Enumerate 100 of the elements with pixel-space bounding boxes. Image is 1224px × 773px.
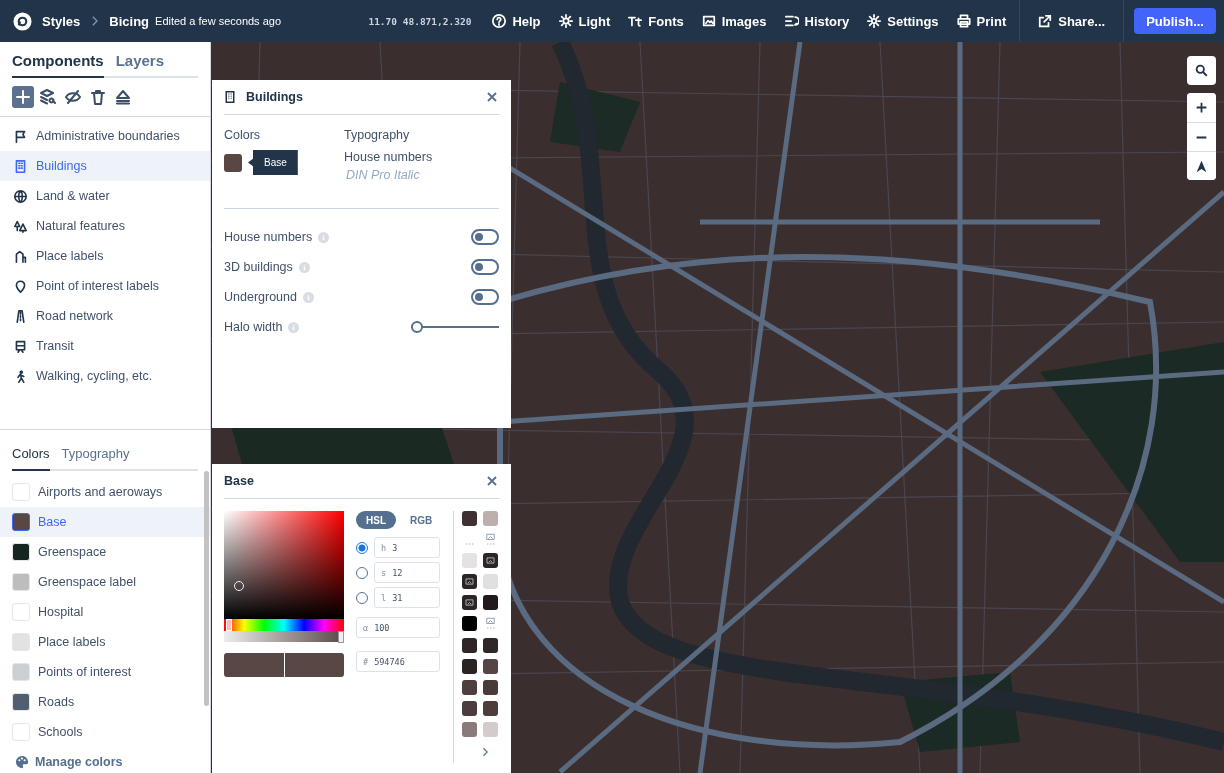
setting-label: House numbers bbox=[224, 230, 313, 244]
toolbar-button[interactable]: Fonts bbox=[619, 0, 693, 42]
tooltip: Base bbox=[248, 150, 298, 175]
color-item[interactable]: Airports and aeroways bbox=[0, 477, 210, 507]
help-icon bbox=[492, 14, 507, 28]
input-field[interactable]: l 31 bbox=[374, 587, 440, 608]
typography-item[interactable]: House numbers bbox=[344, 150, 433, 164]
logo-icon[interactable] bbox=[13, 11, 32, 31]
color-item[interactable]: Greenspace label bbox=[0, 567, 210, 597]
color-item[interactable]: Points of interest bbox=[0, 657, 210, 687]
close-button[interactable] bbox=[485, 90, 499, 104]
preset-swatch[interactable] bbox=[483, 679, 498, 695]
panel-tab[interactable]: Components bbox=[12, 50, 104, 78]
slider-thumb[interactable] bbox=[411, 321, 423, 333]
color-item[interactable]: Roads bbox=[0, 687, 210, 717]
type-icon bbox=[628, 14, 643, 28]
preset-swatch[interactable] bbox=[462, 637, 477, 653]
color-item[interactable]: Greenspace bbox=[0, 537, 210, 567]
chevron-icon[interactable] bbox=[482, 747, 488, 757]
preset-swatch[interactable] bbox=[462, 511, 477, 526]
toggle-switch[interactable] bbox=[471, 259, 499, 275]
add-button[interactable] bbox=[12, 86, 34, 108]
palette-icon bbox=[15, 755, 29, 769]
color-item[interactable]: Schools bbox=[0, 717, 210, 747]
panel-tab[interactable]: Layers bbox=[115, 50, 165, 78]
breadcrumb-link[interactable]: Styles bbox=[42, 13, 81, 29]
component-item[interactable]: Natural features bbox=[0, 211, 210, 241]
compass-icon bbox=[1195, 160, 1208, 173]
preset-swatch[interactable] bbox=[483, 721, 498, 737]
image-swatch[interactable] bbox=[462, 574, 477, 590]
toolbar-button[interactable]: History bbox=[775, 0, 859, 42]
mode-toggle[interactable]: HSL bbox=[356, 511, 396, 529]
scrollbar[interactable] bbox=[204, 471, 209, 706]
preset-swatch[interactable] bbox=[483, 637, 498, 653]
preset-swatch[interactable] bbox=[483, 595, 498, 611]
toggle-switch[interactable] bbox=[471, 289, 499, 305]
bus-icon bbox=[14, 339, 27, 353]
toolbar-button[interactable]: Images bbox=[692, 0, 776, 42]
preset-swatch[interactable] bbox=[462, 721, 477, 737]
toolbar-button[interactable]: Print bbox=[947, 0, 1016, 42]
color-swatch[interactable] bbox=[224, 153, 242, 172]
alpha-slider[interactable] bbox=[224, 631, 344, 642]
component-item[interactable]: Point of interest labels bbox=[0, 271, 210, 301]
panel-tab[interactable]: Typography bbox=[61, 444, 130, 471]
hue-slider[interactable] bbox=[224, 619, 344, 631]
preset-swatch[interactable] bbox=[483, 658, 498, 674]
component-item[interactable]: Transit bbox=[0, 331, 210, 361]
preset-swatch[interactable] bbox=[483, 511, 498, 526]
input-field[interactable]: # 594746 bbox=[356, 651, 440, 672]
toolbar-button[interactable]: Help bbox=[483, 0, 550, 42]
component-item[interactable]: Buildings bbox=[0, 151, 210, 181]
toggle-switch[interactable] bbox=[471, 229, 499, 245]
image-swatch[interactable] bbox=[462, 595, 477, 611]
color-item[interactable]: Hospital bbox=[0, 597, 210, 627]
preset-swatch[interactable] bbox=[483, 700, 498, 716]
building-icon bbox=[14, 159, 27, 173]
component-item[interactable]: Administrative boundaries bbox=[0, 121, 210, 151]
preset-swatch[interactable] bbox=[462, 679, 477, 695]
setting-label: 3D buildings bbox=[224, 260, 293, 274]
preset-swatch[interactable] bbox=[462, 553, 477, 569]
component-item[interactable]: Place labels bbox=[0, 241, 210, 271]
saturation-field[interactable] bbox=[224, 511, 344, 619]
toolbar-button[interactable]: Light bbox=[549, 0, 620, 42]
chevron-icon bbox=[91, 16, 99, 26]
preset-swatch[interactable] bbox=[483, 574, 498, 590]
trees-icon bbox=[14, 219, 27, 233]
toolbar-button[interactable]: Settings bbox=[858, 0, 948, 42]
road-icon bbox=[14, 309, 27, 323]
preset-swatch[interactable] bbox=[462, 616, 477, 632]
external-link-icon bbox=[1038, 14, 1053, 28]
publish-button[interactable]: Publish... bbox=[1134, 8, 1216, 34]
slider-thumb[interactable] bbox=[338, 631, 344, 643]
search-button[interactable] bbox=[1187, 56, 1216, 85]
color-item[interactable]: Place labels bbox=[0, 627, 210, 657]
panel-title: Buildings bbox=[246, 90, 303, 104]
setting-label: Halo width bbox=[224, 320, 283, 334]
panel-tab[interactable]: Colors bbox=[12, 444, 50, 471]
compass-button[interactable] bbox=[1187, 151, 1216, 180]
component-item[interactable]: Walking, cycling, etc. bbox=[0, 361, 210, 391]
building-icon bbox=[224, 91, 236, 103]
color-item[interactable]: Base bbox=[0, 507, 210, 537]
image-swatch[interactable] bbox=[483, 553, 498, 569]
manage-colors-link[interactable]: Manage colors bbox=[0, 755, 210, 773]
history-icon bbox=[784, 14, 799, 28]
preset-swatch[interactable] bbox=[462, 658, 477, 674]
component-item[interactable]: Land & water bbox=[0, 181, 210, 211]
preset-swatch[interactable] bbox=[462, 700, 477, 716]
input-field[interactable]: s 12 bbox=[374, 562, 440, 583]
pin-icon bbox=[14, 279, 27, 293]
panel-title: Base bbox=[224, 474, 254, 488]
share-button[interactable]: Share... bbox=[1024, 0, 1120, 42]
mode-toggle[interactable]: RGB bbox=[400, 511, 443, 529]
setting-label: Underground bbox=[224, 290, 297, 304]
sun-icon bbox=[558, 14, 573, 28]
radio-button[interactable] bbox=[356, 541, 368, 554]
component-item[interactable]: Road network bbox=[0, 301, 210, 331]
input-field[interactable]: α 100 bbox=[356, 617, 440, 638]
section-label: Colors bbox=[224, 128, 262, 142]
close-button[interactable] bbox=[485, 474, 499, 488]
input-field[interactable]: h 3 bbox=[374, 537, 440, 558]
